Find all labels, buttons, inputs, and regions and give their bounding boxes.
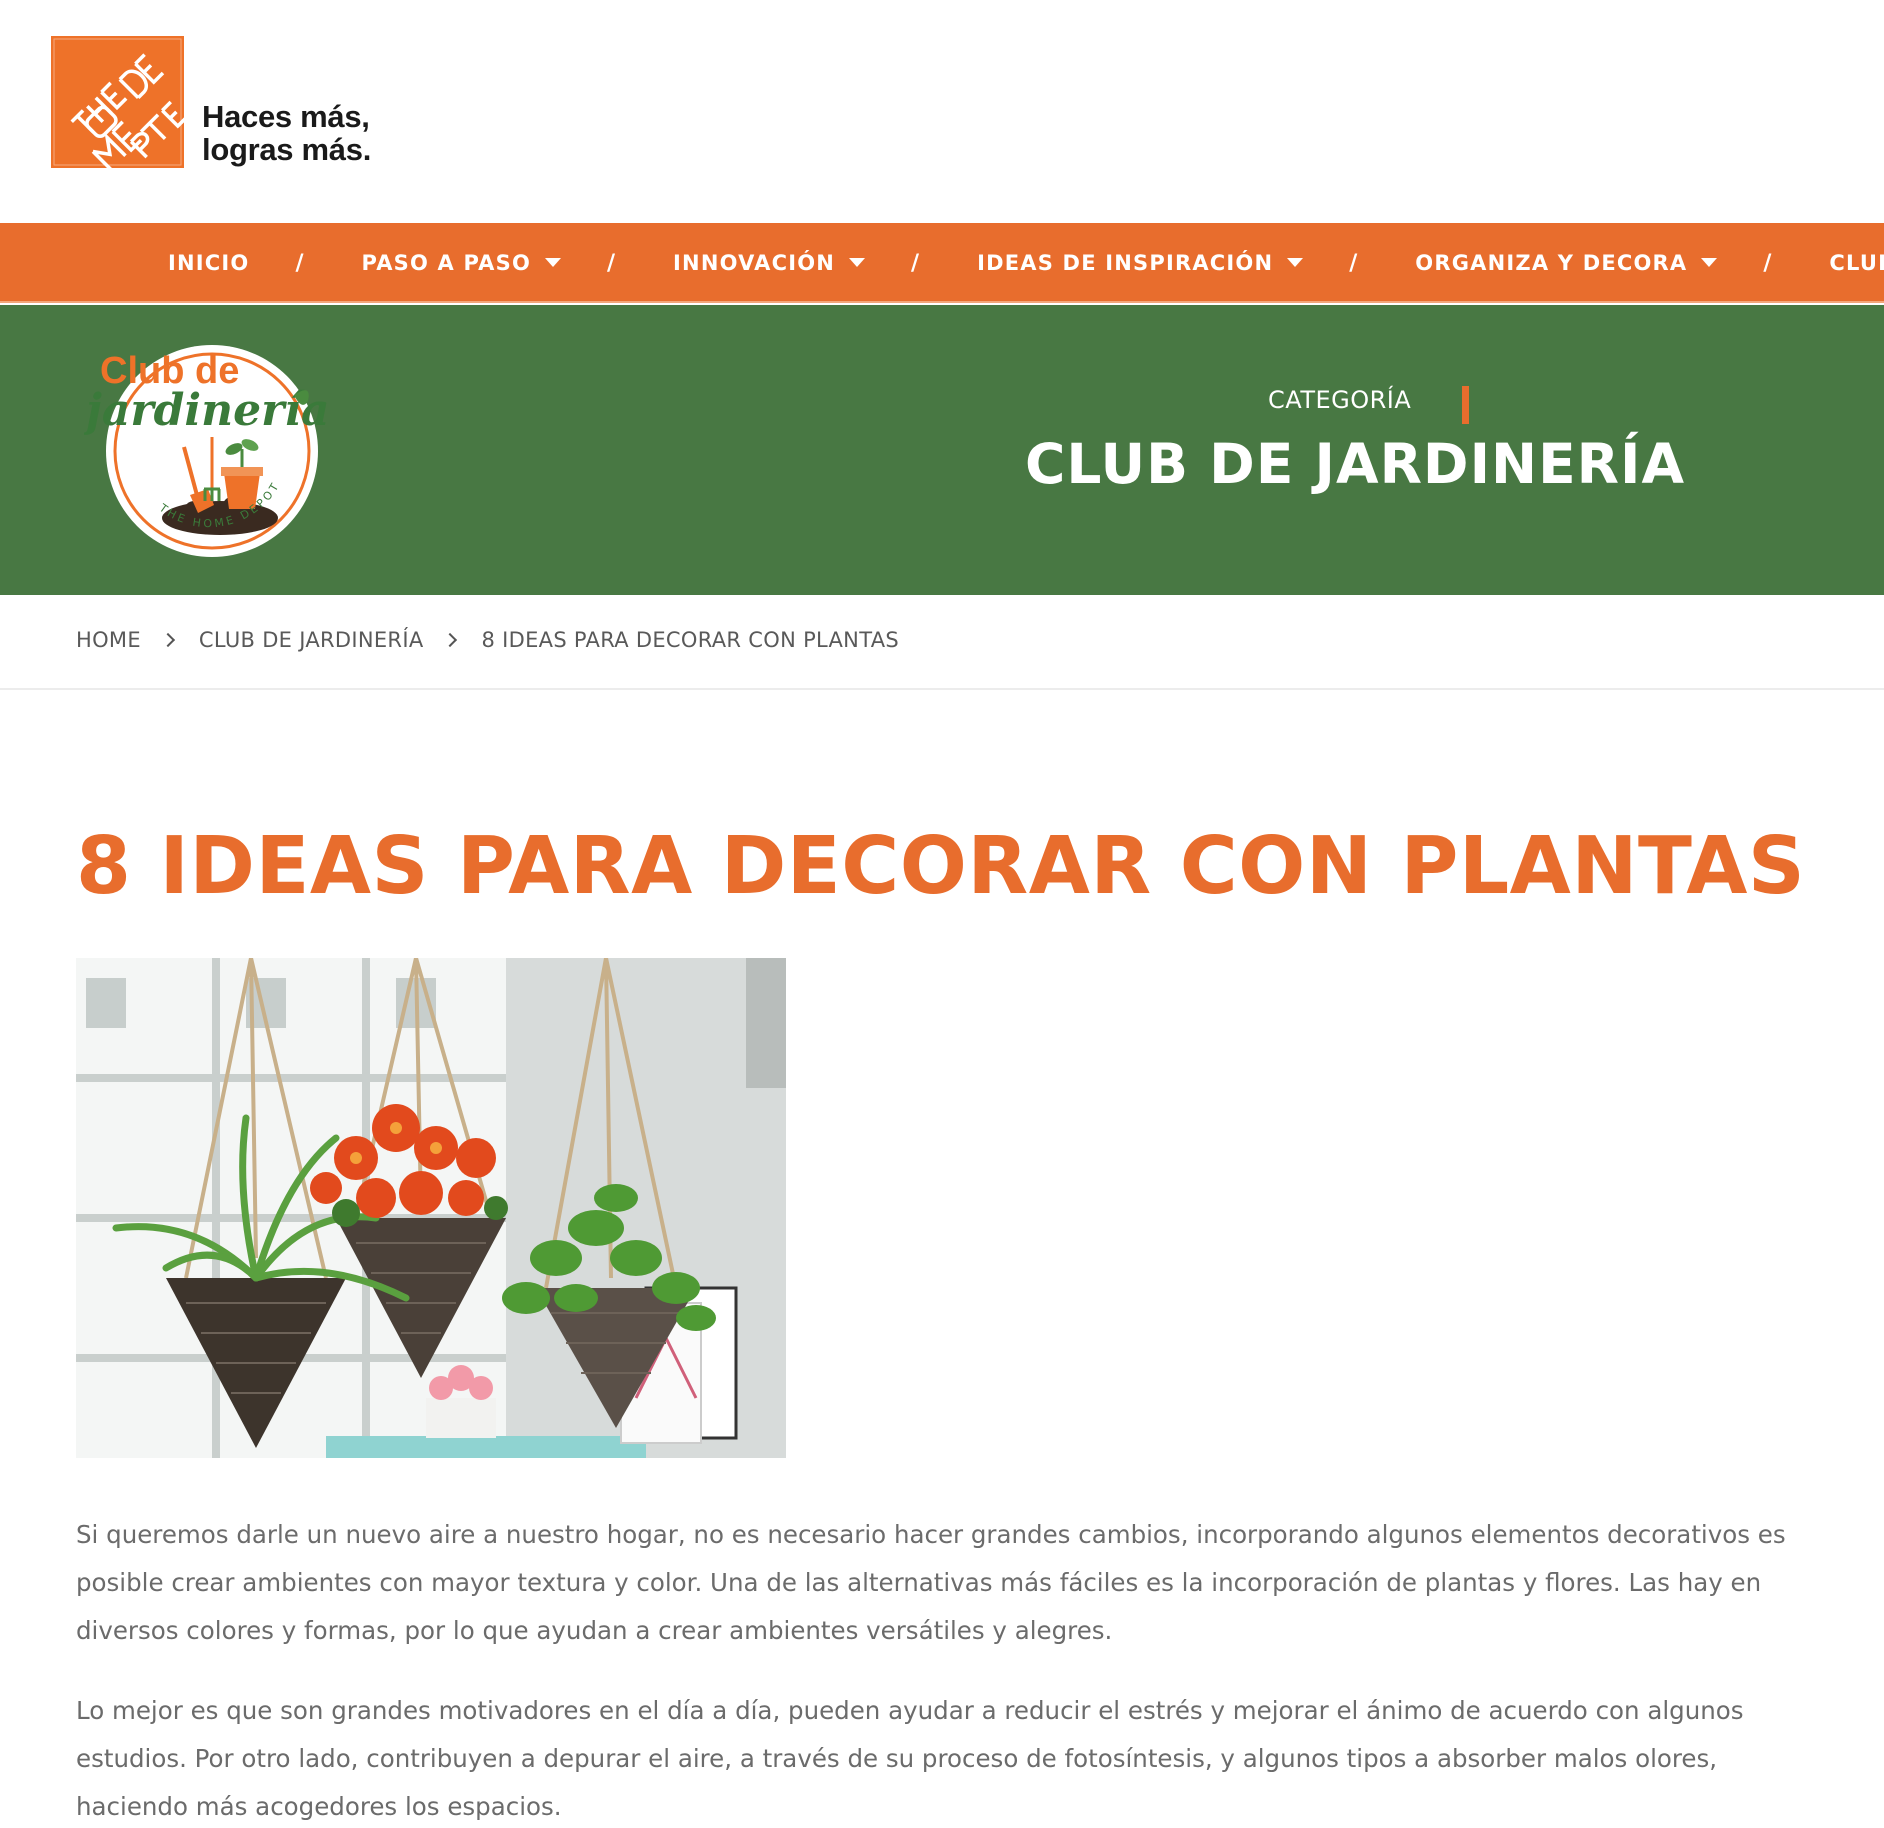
article-paragraph: Si queremos darle un nuevo aire a nuestr…	[76, 1520, 1786, 1645]
nav-item-label: CLUB	[1829, 251, 1884, 275]
main-navigation: INICIO / PASO A PASO / INNOVACIÓN / IDEA…	[0, 223, 1884, 303]
breadcrumb-divider	[0, 688, 1884, 690]
nav-separator: /	[295, 250, 304, 276]
nav-item-innovacion[interactable]: INNOVACIÓN	[673, 251, 866, 275]
breadcrumb-item-current: 8 IDEAS PARA DECORAR CON PLANTAS	[481, 628, 899, 652]
nav-item-ideas-de-inspiracion[interactable]: IDEAS DE INSPIRACIÓN	[977, 251, 1304, 275]
category-accent-bar	[1462, 386, 1469, 424]
home-depot-logo-mark	[51, 36, 184, 168]
nav-separator: /	[1763, 250, 1772, 276]
nav-item-organiza-y-decora[interactable]: ORGANIZA Y DECORA	[1415, 251, 1718, 275]
site-header: Haces más, logras más.	[0, 0, 1884, 223]
caret-down-icon	[849, 257, 866, 267]
caret-down-icon	[1701, 257, 1718, 267]
category-banner: Club de jardinería THE HOME DEPOT CATEGO…	[0, 305, 1884, 595]
hanging-plants-illustration	[76, 958, 786, 1458]
caret-down-icon	[545, 257, 561, 267]
club-logo-text-script: jardinería	[84, 385, 329, 436]
nav-list: INICIO / PASO A PASO / INNOVACIÓN / IDEA…	[168, 223, 1884, 303]
article-paragraph: Lo mejor es que son grandes motivadores …	[76, 1696, 1744, 1821]
caret-down-icon	[1287, 257, 1304, 267]
nav-separator: /	[607, 250, 616, 276]
category-label: CATEGORÍA	[1268, 386, 1412, 414]
nav-item-club[interactable]: CLUB	[1829, 251, 1884, 275]
nav-item-paso-a-paso[interactable]: PASO A PASO	[362, 251, 561, 275]
article-title: 8 IDEAS PARA DECORAR CON PLANTAS	[76, 820, 1806, 912]
nav-item-inicio[interactable]: INICIO	[168, 251, 249, 275]
club-logo-badge: Club de jardinería THE HOME DEPOT	[78, 345, 329, 557]
tagline-line-2: logras más.	[202, 132, 372, 167]
nav-item-label: IDEAS DE INSPIRACIÓN	[977, 251, 1274, 275]
nav-item-label: PASO A PASO	[361, 251, 531, 275]
chevron-right-icon	[160, 632, 175, 648]
category-title: CLUB DE JARDINERÍA	[1025, 432, 1686, 496]
nav-separator: /	[911, 250, 920, 276]
breadcrumb-item-home[interactable]: HOME	[76, 628, 141, 652]
brand-tagline: Haces más, logras más.	[202, 100, 371, 166]
club-de-jardineria-logo[interactable]: Club de jardinería THE HOME DEPOT	[78, 325, 330, 571]
tagline-line-1: Haces más,	[202, 99, 370, 134]
nav-item-label: INNOVACIÓN	[673, 251, 836, 275]
chevron-right-icon	[443, 632, 458, 648]
nav-separator: /	[1349, 250, 1358, 276]
breadcrumb: HOME CLUB DE JARDINERÍA 8 IDEAS PARA DEC…	[76, 628, 899, 652]
home-depot-logo[interactable]	[51, 36, 184, 168]
breadcrumb-item-category[interactable]: CLUB DE JARDINERÍA	[199, 628, 424, 652]
article-hero-image	[76, 958, 786, 1458]
nav-item-label: INICIO	[168, 251, 250, 275]
nav-item-label: ORGANIZA Y DECORA	[1415, 251, 1688, 275]
